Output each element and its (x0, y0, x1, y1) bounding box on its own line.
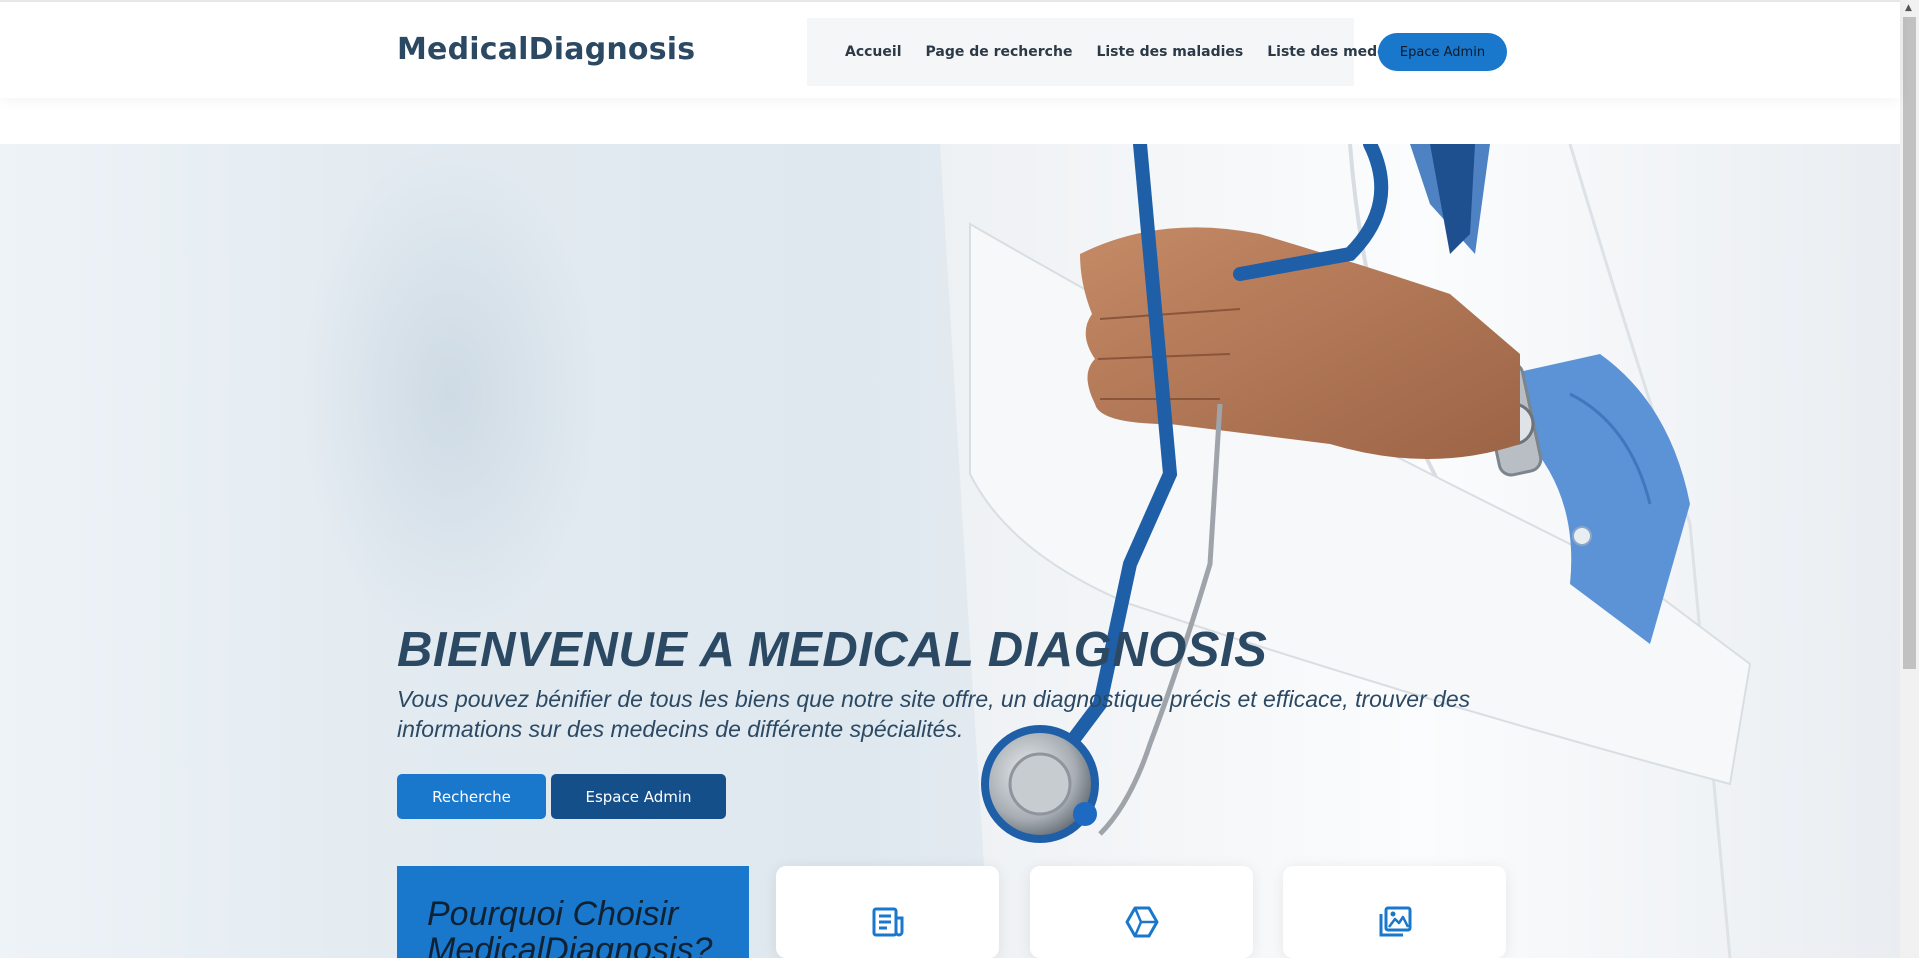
search-button[interactable]: Recherche (397, 774, 546, 819)
nav-item-maladies[interactable]: Liste des maladies (1096, 44, 1243, 60)
hero-background-blur (300, 144, 600, 644)
feature-card (1030, 866, 1253, 958)
hero-title: BIENVENUE A MEDICAL DIAGNOSIS (397, 623, 1268, 677)
scroll-up-arrow-icon[interactable]: ▲ (1905, 3, 1912, 13)
nav-item-accueil[interactable]: Accueil (845, 44, 902, 60)
feature-card (1283, 866, 1506, 958)
site-header: MedicalDiagnosis Accueil Page de recherc… (0, 0, 1900, 98)
why-choose-box: Pourquoi Choisir MedicalDiagnosis? (397, 866, 749, 958)
page-scrollbar[interactable]: ▲ (1900, 0, 1919, 958)
hero-description: Vous pouvez bénifier de tous les biens q… (397, 686, 1471, 742)
admin-space-button[interactable]: Espace Admin (551, 774, 726, 819)
header-admin-button[interactable]: Epace Admin (1378, 33, 1507, 71)
nav-item-recherche[interactable]: Page de recherche (926, 44, 1073, 60)
cube-icon (1125, 906, 1158, 938)
why-choose-title: Pourquoi Choisir MedicalDiagnosis? (427, 895, 713, 958)
doctor-illustration (940, 144, 1900, 958)
images-icon (1379, 906, 1411, 937)
receipt-icon (872, 907, 903, 937)
hero-section: BIENVENUE A MEDICAL DIAGNOSIS Vous pouve… (0, 144, 1900, 958)
scrollbar-thumb[interactable] (1903, 17, 1916, 669)
main-nav: Accueil Page de recherche Liste des mala… (807, 18, 1418, 86)
site-logo[interactable]: MedicalDiagnosis (397, 32, 695, 67)
feature-card (776, 866, 999, 958)
